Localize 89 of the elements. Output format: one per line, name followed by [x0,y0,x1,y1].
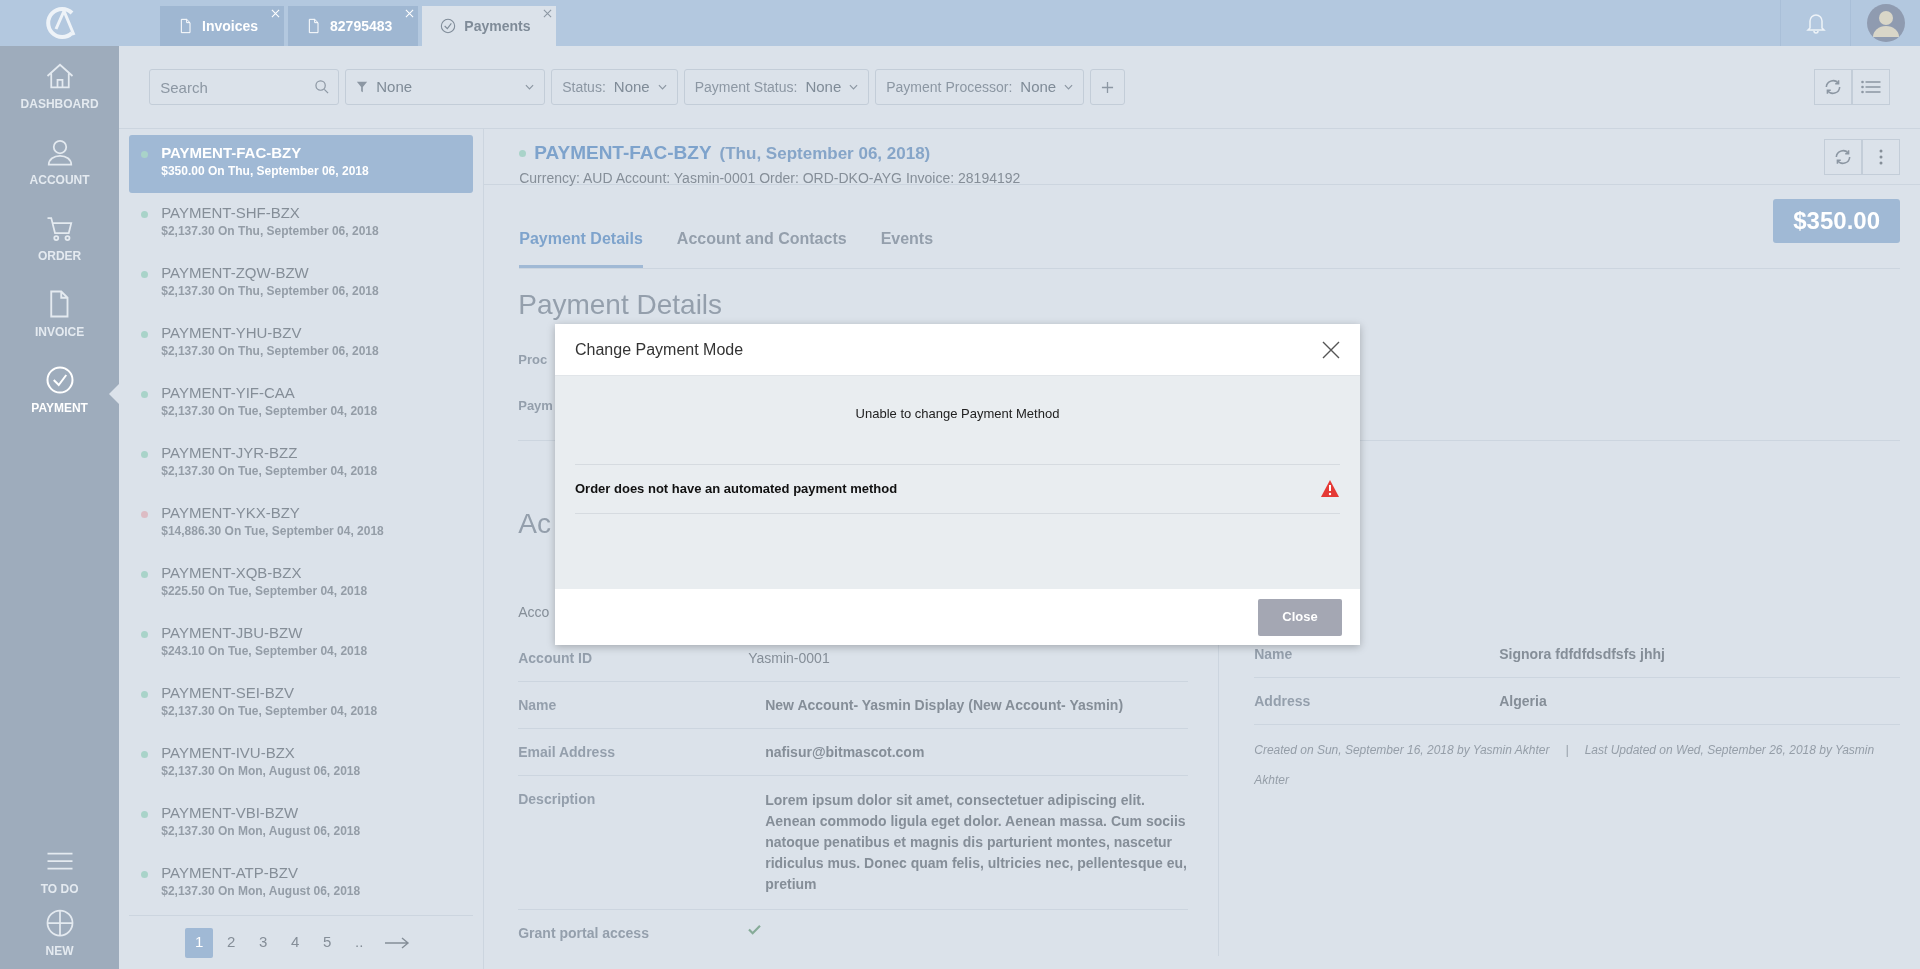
payment-title: PAYMENT-FAC-BZY [534,141,712,166]
filter-dropdown[interactable]: Payment Status: None [683,69,870,106]
payment-meta: Currency: AUD Account: Yasmin-0001 Order: ORD-DKO-AYG Invoice: 28194192 [519,168,1022,188]
tab[interactable]: Invoices [160,6,285,46]
payment-list-item[interactable]: PAYMENT-SEI-BZV $2,137.30 On Tue, September 04, 2018 [129,675,474,736]
list-view-button[interactable] [1852,69,1890,106]
modal-message: Unable to change Payment Method [854,405,1061,423]
nav-item[interactable]: NEW [0,907,120,969]
field-value: Yasmin-0001 [748,649,830,668]
payment-list-item[interactable]: PAYMENT-JBU-BZW $243.10 On Tue, September 04, 2018 [129,615,474,676]
tab[interactable]: Payment Details [519,227,643,269]
payment-list-item[interactable]: PAYMENT-YKX-BZY $14,886.30 On Tue, September 04, 2018 [129,495,474,556]
error-message: Order does not have an automated payment method [575,479,899,498]
section-heading: Ac [518,508,551,540]
close-button[interactable]: Close [1258,598,1342,636]
field-value: Algeria [1499,692,1547,711]
check-circle-icon [44,365,75,395]
bell-icon [1805,12,1826,34]
document-icon [178,18,194,34]
field-value: nafisur@bitmascot.com [765,743,925,762]
home-icon [44,61,75,91]
payment-list-item[interactable]: PAYMENT-SHF-BZX $2,137.30 On Thu, September 06, 2018 [129,195,474,256]
audit-note: Created on Sun, September 16, 2018 by Yasmin Akhter | Last Updated on Wed, September 26, 2018 by Yasmin Akhter [1254,742,1876,790]
tab[interactable]: Events [880,227,934,269]
nav-item[interactable]: ORDER [0,212,120,288]
plus-icon [1101,80,1115,94]
field-label: Address [1254,692,1312,711]
page-button[interactable]: .. [345,927,374,958]
tab[interactable]: Payments [422,6,557,46]
payment-list-item[interactable]: PAYMENT-ATP-BZV $2,137.30 On Mon, August 06, 2018 [129,855,474,916]
close-icon[interactable] [543,9,553,18]
field-label: Acco [518,604,550,621]
caret-icon [1064,84,1074,91]
arrow-right-icon [384,937,411,950]
nav-item[interactable]: ACCOUNT [0,136,120,212]
modal-title: Change Payment Mode [575,339,745,360]
field-label: Grant portal access [518,924,650,943]
nav-item[interactable]: DASHBOARD [0,60,120,136]
field-label: Name [518,696,558,715]
nav-item[interactable]: INVOICE [0,288,120,364]
nav-item[interactable]: TO DO [0,845,120,907]
field-value: Signora fdfdfdsdfsfs jhhj [1499,645,1665,664]
payment-list-item[interactable]: PAYMENT-ZQW-BZW $2,137.30 On Thu, September 06, 2018 [129,255,474,316]
payment-list-item[interactable]: PAYMENT-YIF-CAA $2,137.30 On Tue, September 04, 2018 [129,375,474,436]
payment-list-item[interactable]: PAYMENT-IVU-BZX $2,137.30 On Mon, August 06, 2018 [129,735,474,796]
more-icon [1878,149,1884,166]
plus-circle-icon [44,908,75,938]
section-heading: Payment Details [518,289,723,321]
close-icon [1322,341,1340,360]
field-label: Name [1254,645,1294,664]
field-label: Paym [518,398,553,414]
payment-date: (Thu, September 06, 2018) [719,142,931,165]
warning-icon [1320,479,1340,498]
caret-icon [657,84,667,91]
page-button[interactable]: 4 [281,927,310,958]
field-label: Email Address [518,743,616,762]
payment-list-item[interactable]: PAYMENT-YHU-BZV $2,137.30 On Thu, September 06, 2018 [129,315,474,376]
payment-list-item[interactable]: PAYMENT-JYR-BZZ $2,137.30 On Tue, September 04, 2018 [129,435,474,496]
page-button[interactable]: 3 [249,927,278,958]
filter-icon [356,81,369,94]
field-label: Proc [518,352,548,368]
field-value: Lorem ipsum dolor sit amet, consectetuer adipiscing elit. Aenean commodo ligula eget dolor. Aenean massa. Cum sociis natoque penatibus et magnis dis parturient montes, nascetur ridiculus mus. Donec quam felis, ultricies nec, pellentesque eu, pretium [765,791,1188,895]
caret-icon [849,84,859,91]
filter-dropdown[interactable]: Status: None [551,69,678,106]
check-circle-icon [440,18,457,34]
payment-list-item[interactable]: PAYMENT-FAC-BZY $350.00 On Thu, September 06, 2018 [129,135,474,194]
refresh-button[interactable] [1824,139,1862,176]
avatar-icon[interactable] [1865,3,1906,43]
more-options-button[interactable] [1862,139,1900,176]
field-label: Description [518,790,597,810]
filter-dropdown[interactable]: Payment Processor: None [875,69,1085,106]
page-button[interactable]: 2 [217,927,246,958]
search-field[interactable]: Search [149,69,340,106]
amount-badge: $350.00 [1773,199,1900,244]
page-button[interactable]: 1 [185,927,214,958]
add-filter-button[interactable] [1090,69,1126,106]
search-icon [315,80,330,95]
nav-item[interactable]: PAYMENT [0,364,120,440]
field-value: New Account- Yasmin Display (New Account- Yasmin) [765,696,1124,715]
tab[interactable]: 82795483 [288,6,419,46]
field-label: Account ID [518,649,594,668]
refresh-button[interactable] [1814,69,1852,106]
caret-icon [525,84,535,91]
filter-dropdown[interactable]: None [345,69,546,106]
payment-list-item[interactable]: PAYMENT-XQB-BZX $225.50 On Tue, September 04, 2018 [129,555,474,616]
page-button[interactable]: 5 [313,927,342,958]
tab[interactable]: Account and Contacts [676,227,847,269]
payment-list-item[interactable]: PAYMENT-VBI-BZW $2,137.30 On Mon, August 06, 2018 [129,795,474,856]
list-icon [1860,79,1882,96]
